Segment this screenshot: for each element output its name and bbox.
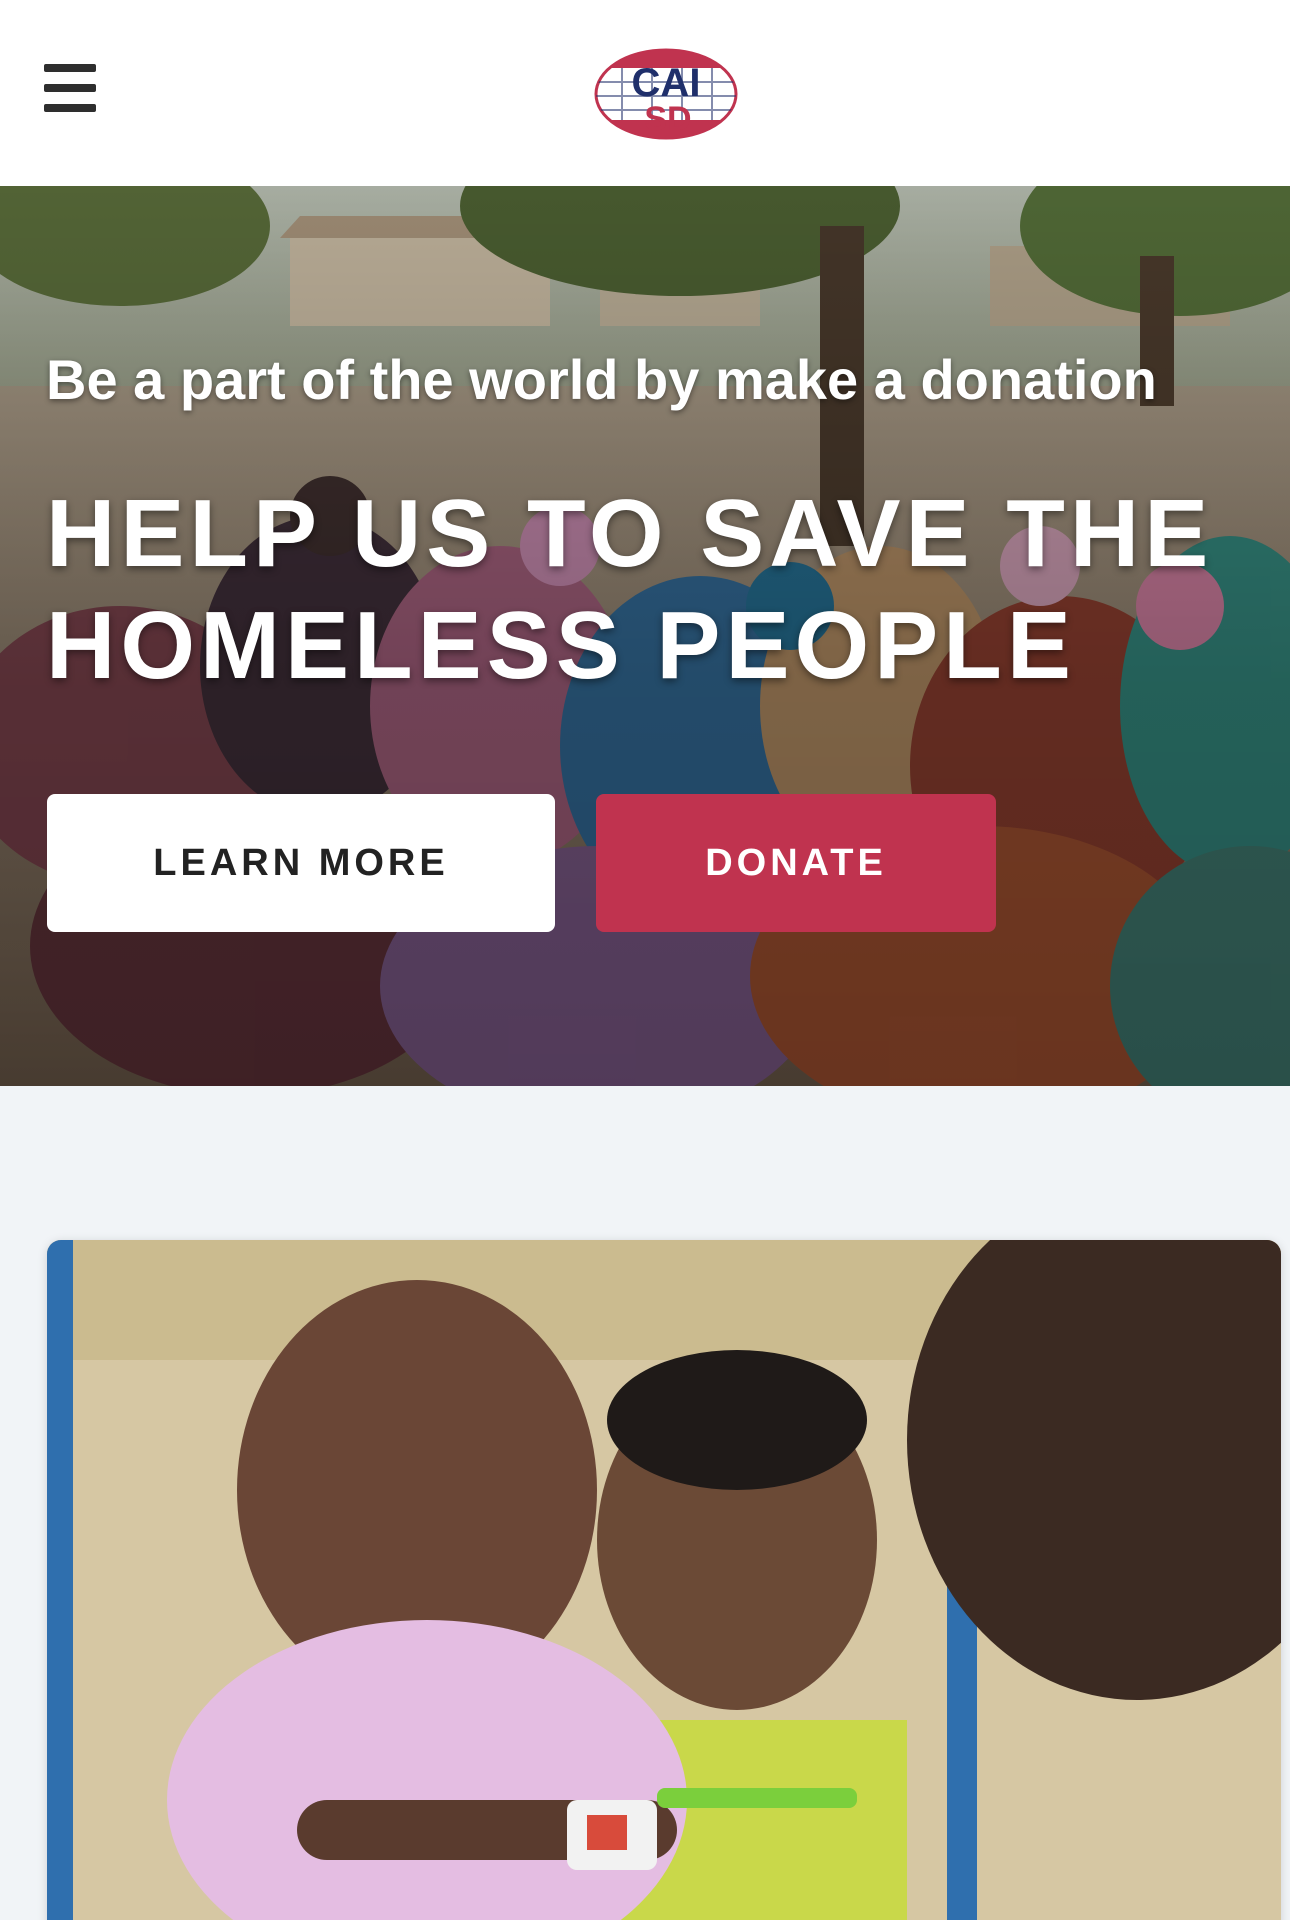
featured-photo-card	[47, 1240, 1281, 1920]
site-header: CAI SD	[0, 0, 1290, 186]
menu-bar	[44, 64, 96, 72]
donate-button[interactable]: DONATE	[596, 794, 996, 932]
hamburger-menu-icon[interactable]	[44, 64, 96, 112]
hero-banner: Be a part of the world by make a donatio…	[0, 186, 1290, 1086]
svg-text:SD: SD	[644, 100, 691, 138]
hero-title-line: HOMELESS PEOPLE	[46, 592, 1076, 699]
svg-text:CAI: CAI	[632, 61, 701, 105]
hero-title-line: HELP US TO SAVE THE	[46, 480, 1214, 587]
child-measurement-photo	[47, 1240, 1281, 1920]
learn-more-button[interactable]: LEARN MORE	[47, 794, 555, 932]
hero-title: HELP US TO SAVE THE HOMELESS PEOPLE	[46, 478, 1246, 702]
site-logo[interactable]: CAI SD	[592, 46, 740, 142]
hero-subtitle: Be a part of the world by make a donatio…	[46, 348, 1157, 411]
menu-bar	[44, 84, 96, 92]
menu-bar	[44, 104, 96, 112]
